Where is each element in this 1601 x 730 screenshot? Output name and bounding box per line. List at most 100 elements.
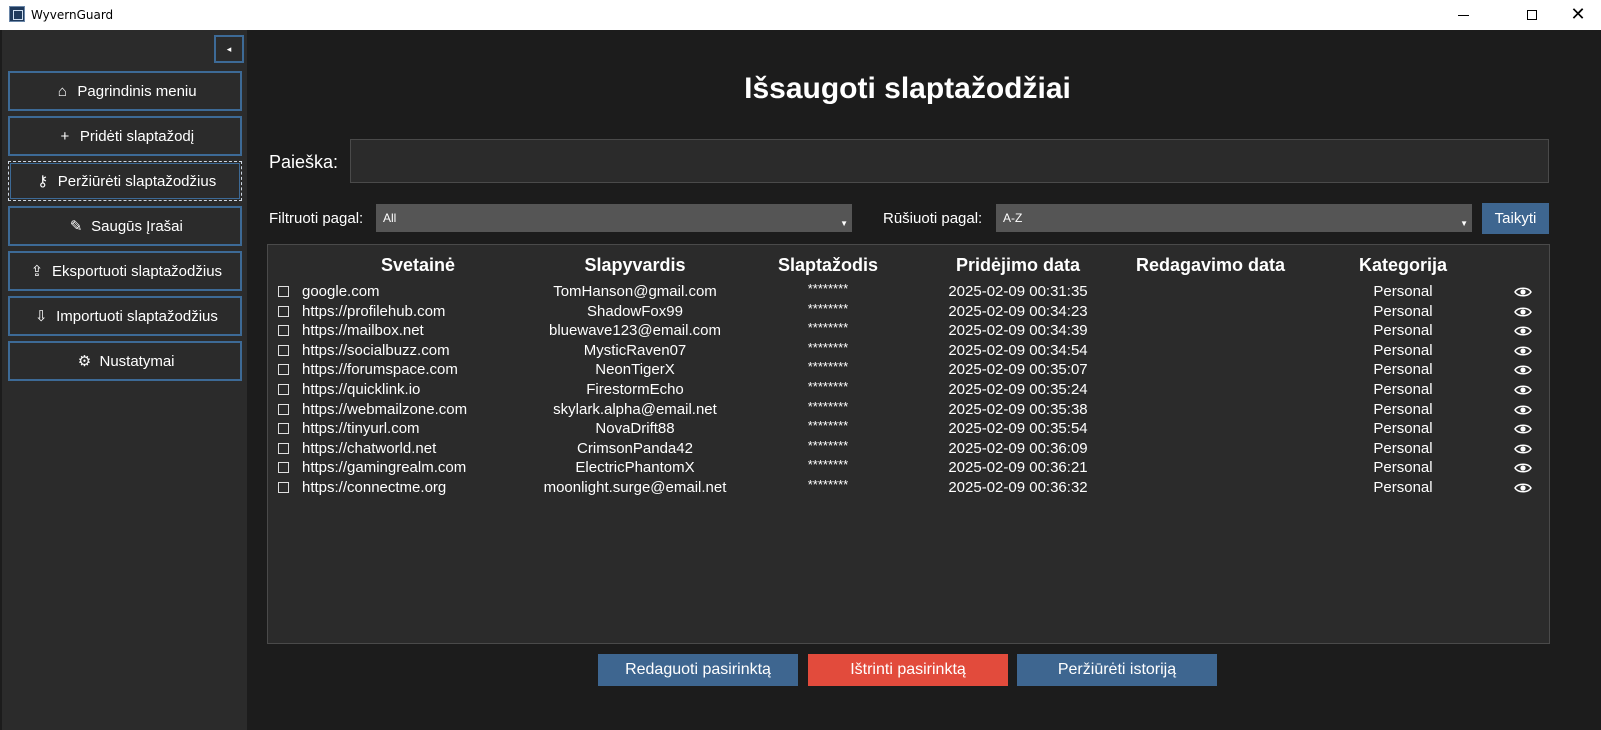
password-cell: ******** (807, 300, 849, 316)
column-header-site[interactable]: Svetainė (363, 255, 473, 276)
category-cell: Personal (1373, 381, 1433, 398)
row-checkbox[interactable] (278, 325, 289, 337)
minimize-button[interactable] (1440, 0, 1486, 30)
sidebar-item-main-menu[interactable]: ⌂ Pagrindinis meniu (8, 71, 242, 111)
category-cell: Personal (1373, 322, 1433, 340)
site-cell: https://chatworld.net (302, 439, 437, 457)
site-cell: https://mailbox.net (302, 322, 424, 340)
search-label: Paieška: (269, 152, 339, 172)
username-cell: ShadowFox99 (587, 302, 683, 320)
sidebar-item-view-passwords[interactable]: ⚷ Peržiūrėti slaptažodžius (8, 161, 242, 201)
chevron-down-icon: ▼ (840, 219, 848, 228)
show-password-eye-icon[interactable] (1514, 402, 1532, 418)
show-password-eye-icon[interactable] (1514, 441, 1532, 457)
close-icon: ✕ (1570, 4, 1586, 25)
sidebar-item-add-password[interactable]: + Pridėti slaptažodį (8, 116, 242, 156)
table-row[interactable]: https://mailbox.net bluewave123@email.com… (268, 320, 1549, 341)
sort-dropdown[interactable]: A-Z ▼ (996, 204, 1472, 232)
show-password-eye-icon[interactable] (1514, 460, 1532, 476)
password-cell: ******** (807, 437, 849, 453)
show-password-eye-icon[interactable] (1514, 304, 1532, 320)
table-row[interactable]: https://profilehub.com ShadowFox99 *******… (268, 300, 1549, 322)
filter-label: Filtruoti pagal: (269, 210, 364, 227)
table-row[interactable]: https://socialbuzz.com MysticRaven07 *****… (268, 340, 1549, 361)
row-checkbox[interactable] (278, 482, 289, 493)
table-row[interactable]: https://webmailzone.com skylark.alpha@ema… (268, 398, 1549, 420)
site-cell: https://quicklink.io (302, 381, 421, 398)
row-checkbox[interactable] (278, 423, 289, 435)
column-header-password[interactable]: Slaptažodis (758, 255, 898, 276)
sidebar-item-import[interactable]: ⇩ Importuoti slaptažodžius (8, 296, 242, 336)
filter-dropdown[interactable]: All ▼ (376, 204, 852, 232)
edit-selected-button[interactable]: Redaguoti pasirinktą (598, 654, 798, 686)
table-row[interactable]: https://forumspace.com NeonTigerX ********… (268, 359, 1549, 380)
table-row[interactable]: https://connectme.org moonlight.surge@ema… (268, 477, 1549, 498)
column-header-edited[interactable]: Redagavimo data (1123, 255, 1298, 276)
delete-selected-button[interactable]: Ištrinti pasirinktą (808, 654, 1008, 686)
added-date-cell: 2025-02-09 00:35:07 (948, 361, 1088, 379)
sidebar-item-label: Saugūs Įrašai (91, 217, 183, 235)
username-cell: bluewave123@email.com (549, 322, 721, 340)
table-row[interactable]: https://chatworld.net CrimsonPanda42 *****… (268, 437, 1549, 459)
column-header-username[interactable]: Slapyvardis (555, 255, 715, 276)
gear-icon: ⚙ (77, 353, 92, 370)
table-row[interactable]: https://gamingrealm.com ElectricPhantomX *… (268, 457, 1549, 478)
site-cell: https://webmailzone.com (302, 400, 468, 418)
username-cell: TomHanson@gmail.com (553, 283, 717, 300)
show-password-eye-icon[interactable] (1514, 362, 1532, 378)
row-checkbox[interactable] (278, 462, 289, 474)
sidebar: ◂ ⌂ Pagrindinis meniu + Pridėti slaptažo… (2, 30, 247, 730)
row-checkbox[interactable] (278, 364, 289, 376)
table-row[interactable]: google.com TomHanson@gmail.com ******** 202… (268, 281, 1549, 302)
sort-label: Rūšiuoti pagal: (883, 210, 983, 227)
row-checkbox[interactable] (278, 305, 289, 317)
sidebar-item-settings[interactable]: ⚙ Nustatymai (8, 341, 242, 381)
show-password-eye-icon[interactable] (1514, 284, 1532, 300)
sidebar-item-label: Eksportuoti slaptažodžius (51, 262, 223, 280)
column-header-category[interactable]: Kategorija (1343, 255, 1463, 276)
show-password-eye-icon[interactable] (1514, 421, 1532, 437)
table-row[interactable]: https://tinyurl.com NovaDrift88 ******** 20… (268, 418, 1549, 439)
username-cell: FirestormEcho (586, 381, 684, 398)
password-cell: ******** (807, 281, 849, 296)
username-cell: NovaDrift88 (595, 420, 675, 438)
filter-selected-value: All (383, 211, 397, 225)
row-checkbox[interactable] (278, 384, 289, 395)
site-cell: https://socialbuzz.com (302, 341, 450, 359)
app-logo-icon (9, 6, 25, 22)
import-icon: ⇩ (34, 308, 48, 325)
apply-button[interactable]: Taikyti (1482, 203, 1549, 234)
row-checkbox[interactable] (278, 286, 289, 297)
added-date-cell: 2025-02-09 00:34:39 (948, 322, 1088, 340)
category-cell: Personal (1373, 459, 1433, 477)
password-cell: ******** (807, 418, 849, 434)
show-password-eye-icon[interactable] (1514, 480, 1532, 496)
show-password-eye-icon[interactable] (1514, 382, 1532, 398)
chevron-down-icon: ▼ (1460, 219, 1468, 228)
username-cell: skylark.alpha@email.net (553, 400, 717, 418)
column-header-added[interactable]: Pridėjimo data (928, 255, 1108, 276)
search-input[interactable] (350, 139, 1549, 183)
sidebar-collapse-button[interactable]: ◂ (214, 35, 244, 63)
title-bar: WyvernGuard ✕ (0, 0, 1601, 30)
table-row[interactable]: https://quicklink.io FirestormEcho *******… (268, 379, 1549, 400)
sidebar-item-export[interactable]: ⇪ Eksportuoti slaptažodžius (8, 251, 242, 291)
row-checkbox[interactable] (278, 344, 289, 356)
close-button[interactable]: ✕ (1555, 0, 1601, 30)
view-history-button[interactable]: Peržiūrėti istoriją (1017, 654, 1217, 686)
password-cell: ******** (807, 398, 849, 414)
added-date-cell: 2025-02-09 00:35:54 (948, 420, 1088, 438)
sidebar-item-label: Importuoti slaptažodžius (56, 307, 218, 325)
row-checkbox[interactable] (278, 403, 289, 415)
sidebar-item-secure-notes[interactable]: ✎ Saugūs Įrašai (8, 206, 242, 246)
category-cell: Personal (1373, 400, 1433, 418)
password-cell: ******** (807, 477, 849, 492)
note-icon: ✎ (69, 218, 83, 235)
maximize-button[interactable] (1509, 0, 1555, 30)
show-password-eye-icon[interactable] (1514, 343, 1532, 359)
site-cell: https://forumspace.com (302, 361, 458, 379)
password-cell: ******** (807, 457, 849, 473)
site-cell: https://tinyurl.com (302, 420, 420, 438)
show-password-eye-icon[interactable] (1514, 323, 1532, 339)
row-checkbox[interactable] (278, 442, 289, 454)
